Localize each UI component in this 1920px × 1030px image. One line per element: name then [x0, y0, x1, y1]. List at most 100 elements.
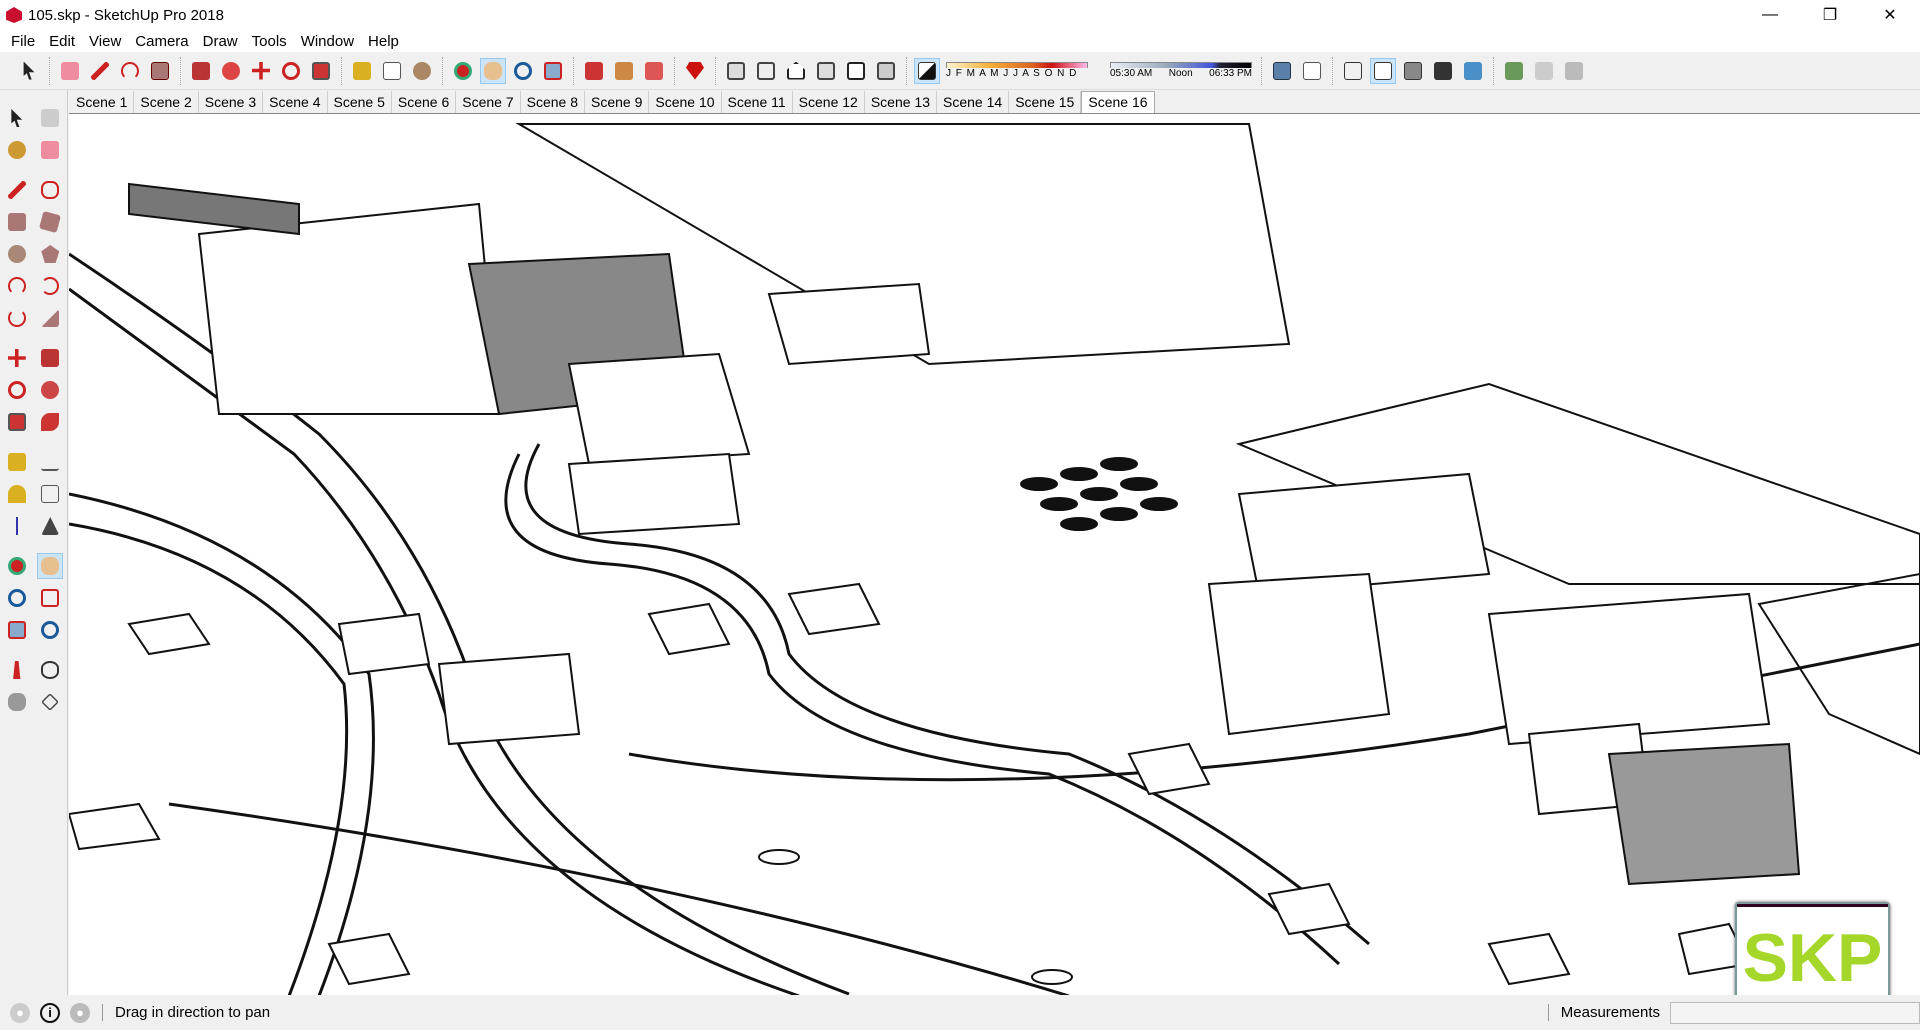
rectangle-tool-button[interactable] [147, 58, 173, 84]
rotate-tool-button[interactable] [278, 58, 304, 84]
zoom-extents-button[interactable] [540, 58, 566, 84]
xray-style-button[interactable] [1269, 58, 1295, 84]
top-view-button[interactable] [753, 58, 779, 84]
protractor-tool[interactable] [4, 481, 30, 507]
three-point-arc-tool[interactable] [4, 305, 30, 331]
scene-tab-5[interactable]: Scene 5 [327, 91, 392, 113]
follow-me-tool[interactable] [37, 377, 63, 403]
scene-tab-15[interactable]: Scene 15 [1009, 91, 1082, 113]
menu-camera[interactable]: Camera [128, 33, 195, 50]
pie-tool[interactable] [37, 305, 63, 331]
paint-bucket-tool[interactable] [4, 137, 30, 163]
arc-tool[interactable] [4, 273, 30, 299]
3d-viewport[interactable] [69, 113, 1920, 995]
position-camera-tool[interactable] [4, 657, 30, 683]
shaded-textures-style-button[interactable] [1430, 58, 1456, 84]
select-tool-button[interactable] [16, 58, 42, 84]
text-tool-button[interactable] [379, 58, 405, 84]
close-button[interactable]: ✕ [1860, 0, 1920, 30]
scene-tab-9[interactable]: Scene 9 [585, 91, 650, 113]
walk-tool[interactable] [4, 689, 30, 715]
push-pull-tool-button[interactable] [188, 58, 214, 84]
3d-text-tool[interactable] [37, 513, 63, 539]
info-icon[interactable]: i [40, 1002, 60, 1023]
left-view-button[interactable] [873, 58, 899, 84]
maximize-button[interactable]: ❐ [1800, 0, 1860, 30]
zoom-tool-button[interactable] [510, 58, 536, 84]
hidden-line-style-button[interactable] [1370, 57, 1396, 84]
circle-tool[interactable] [4, 241, 30, 267]
menu-tools[interactable]: Tools [245, 33, 294, 50]
eraser-tool-button[interactable] [57, 58, 83, 84]
measurements-input[interactable] [1670, 1001, 1920, 1024]
rotated-rectangle-tool[interactable] [37, 209, 63, 235]
scene-tab-12[interactable]: Scene 12 [792, 91, 865, 113]
scene-tab-1[interactable]: Scene 1 [70, 91, 135, 113]
tape-measure-tool-button[interactable] [349, 58, 375, 84]
share-model-button[interactable] [641, 58, 667, 84]
scene-tab-4[interactable]: Scene 4 [263, 91, 328, 113]
user-account-icon[interactable]: ● [70, 1002, 90, 1023]
front-view-button[interactable] [783, 58, 809, 84]
pan-tool-button[interactable] [480, 57, 506, 84]
geo-location-icon[interactable]: ● [10, 1002, 30, 1023]
move-tool-button[interactable] [248, 58, 274, 84]
menu-draw[interactable]: Draw [196, 33, 245, 50]
shaded-style-button[interactable] [1400, 58, 1426, 84]
previous-view-tool[interactable] [37, 617, 63, 643]
scene-tab-6[interactable]: Scene 6 [391, 91, 457, 113]
scene-tab-7[interactable]: Scene 7 [456, 91, 521, 113]
menu-help[interactable]: Help [361, 33, 406, 50]
zoom-tool[interactable] [4, 585, 30, 611]
rectangle-tool[interactable] [4, 209, 30, 235]
shadow-time-slider[interactable]: 05:30 AM Noon 06:33 PM [1110, 62, 1252, 79]
scale-tool[interactable] [4, 409, 30, 435]
shadow-date-slider[interactable]: J F M A M J J A S O N D [946, 62, 1088, 79]
axes-tool[interactable] [4, 513, 30, 539]
pan-tool[interactable] [37, 553, 64, 579]
photo-textures-button[interactable] [1561, 58, 1587, 84]
scene-tab-14[interactable]: Scene 14 [937, 91, 1010, 113]
select-tool[interactable] [4, 105, 30, 131]
look-around-tool[interactable] [37, 657, 63, 683]
extension-warehouse-button[interactable] [611, 58, 637, 84]
move-tool[interactable] [4, 345, 30, 371]
scene-tab-2[interactable]: Scene 2 [134, 91, 199, 113]
arc-tool-button[interactable] [117, 58, 143, 84]
make-component-tool[interactable] [37, 105, 63, 131]
text-tool[interactable] [37, 481, 63, 507]
tape-measure-tool[interactable] [4, 449, 30, 475]
3d-warehouse-button[interactable] [581, 58, 607, 84]
back-edges-style-button[interactable] [1299, 58, 1325, 84]
paint-bucket-tool-button[interactable] [409, 58, 435, 84]
push-pull-tool[interactable] [37, 345, 63, 371]
scene-tab-13[interactable]: Scene 13 [864, 91, 938, 113]
add-location-button[interactable] [1501, 58, 1527, 84]
zoom-window-tool[interactable] [37, 585, 63, 611]
toggle-terrain-button[interactable] [1531, 58, 1557, 84]
zoom-extents-tool[interactable] [4, 617, 30, 643]
monochrome-style-button[interactable] [1460, 58, 1486, 84]
orbit-tool[interactable] [4, 553, 30, 579]
menu-window[interactable]: Window [294, 33, 361, 50]
scale-tool-button[interactable] [308, 58, 334, 84]
wireframe-style-button[interactable] [1340, 58, 1366, 84]
eraser-tool[interactable] [37, 137, 63, 163]
offset-tool[interactable] [37, 409, 63, 435]
two-point-arc-tool[interactable] [37, 273, 63, 299]
menu-view[interactable]: View [82, 33, 128, 50]
rotate-tool[interactable] [4, 377, 30, 403]
scene-tab-10[interactable]: Scene 10 [649, 91, 722, 113]
menu-file[interactable]: File [4, 33, 42, 50]
polygon-tool[interactable] [37, 241, 63, 267]
line-tool[interactable] [4, 177, 30, 203]
scene-tab-11[interactable]: Scene 11 [721, 91, 793, 113]
right-view-button[interactable] [813, 58, 839, 84]
freehand-tool[interactable] [37, 177, 63, 203]
menu-edit[interactable]: Edit [42, 33, 82, 50]
back-view-button[interactable] [843, 58, 869, 84]
scene-tab-16[interactable]: Scene 16 [1081, 91, 1155, 113]
iso-view-button[interactable] [723, 58, 749, 84]
section-plane-tool[interactable] [37, 689, 63, 715]
line-tool-button[interactable] [87, 58, 113, 84]
